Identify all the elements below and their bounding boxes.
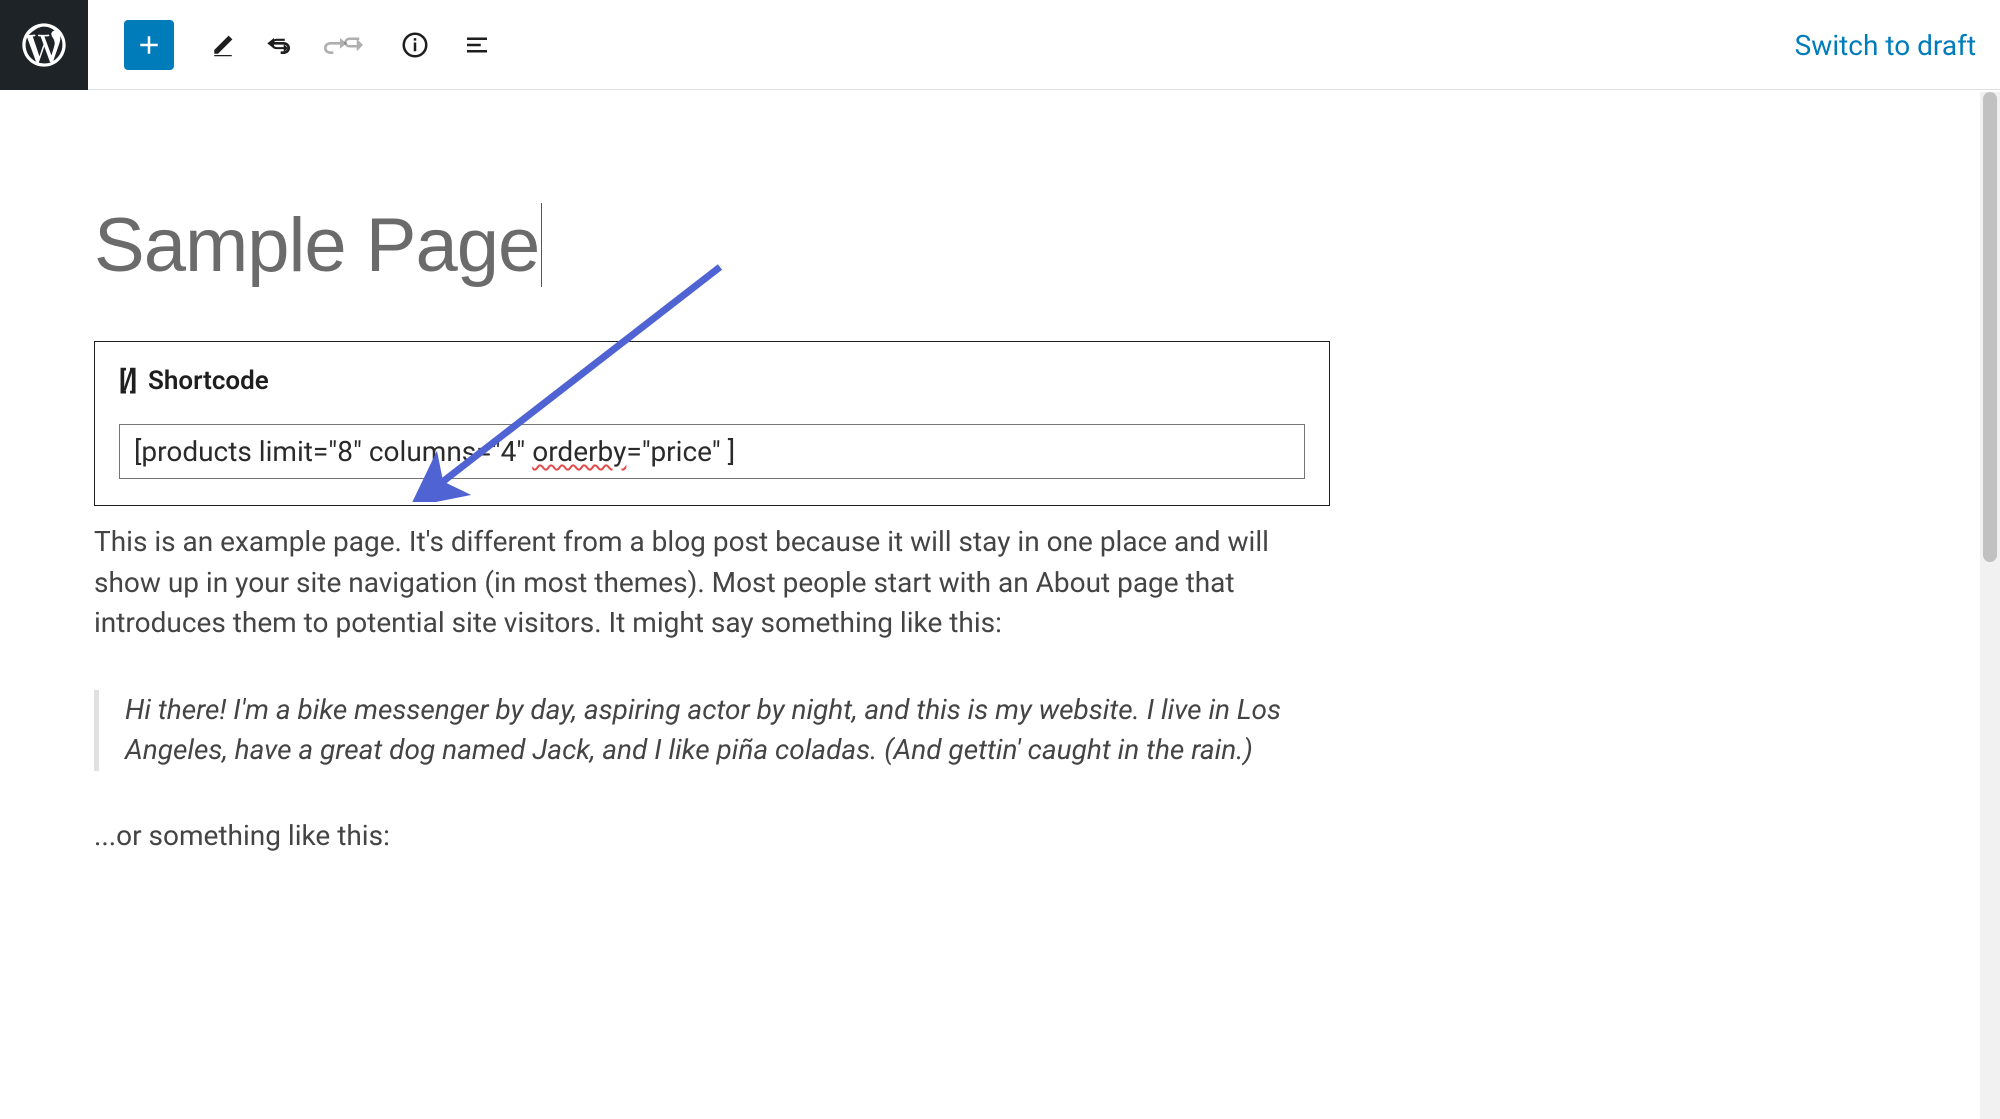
page-title[interactable]: Sample Page [94,202,1330,293]
shortcode-text-pre: [products limit="8" columns="4" [134,435,532,468]
shortcode-text-post: ="price" ] [626,435,735,468]
shortcode-input[interactable]: [products limit="8" columns="4" orderby=… [119,424,1305,479]
shortcode-icon: [/] [119,366,134,396]
after-paragraph[interactable]: ...or something like this: [94,819,1330,852]
pencil-icon [208,30,238,60]
outline-button[interactable] [452,20,502,70]
shortcode-label: Shortcode [148,366,269,396]
editor-toolbar: Switch to draft [0,0,2000,90]
wordpress-home-button[interactable] [0,0,88,90]
switch-to-draft-button[interactable]: Switch to draft [1795,0,1976,90]
intro-paragraph[interactable]: This is an example page. It's different … [94,522,1330,644]
shortcode-block-header: [/] Shortcode [119,366,1305,396]
redo-button[interactable] [328,20,378,70]
text-caret [541,203,542,287]
undo-button[interactable] [266,20,316,70]
quote-text: Hi there! I'm a bike messenger by day, a… [125,693,1281,767]
editor-canvas[interactable]: Sample Page [/] Shortcode [products limi… [0,92,1980,1119]
edit-mode-button[interactable] [198,20,248,70]
plus-icon [134,30,164,60]
wordpress-logo-icon [18,19,70,71]
scrollbar-thumb[interactable] [1983,92,1997,562]
page-title-text: Sample Page [94,203,539,288]
shortcode-text-spell: orderby [532,435,626,468]
info-icon [400,30,430,60]
list-view-icon [462,30,492,60]
redo-icon [338,30,368,60]
undo-arrow-icon [291,30,316,60]
shortcode-block[interactable]: [/] Shortcode [products limit="8" column… [94,341,1330,506]
vertical-scrollbar[interactable] [1980,92,2000,1119]
quote-block[interactable]: Hi there! I'm a bike messenger by day, a… [94,690,1330,771]
add-block-button[interactable] [124,20,174,70]
details-button[interactable] [390,20,440,70]
